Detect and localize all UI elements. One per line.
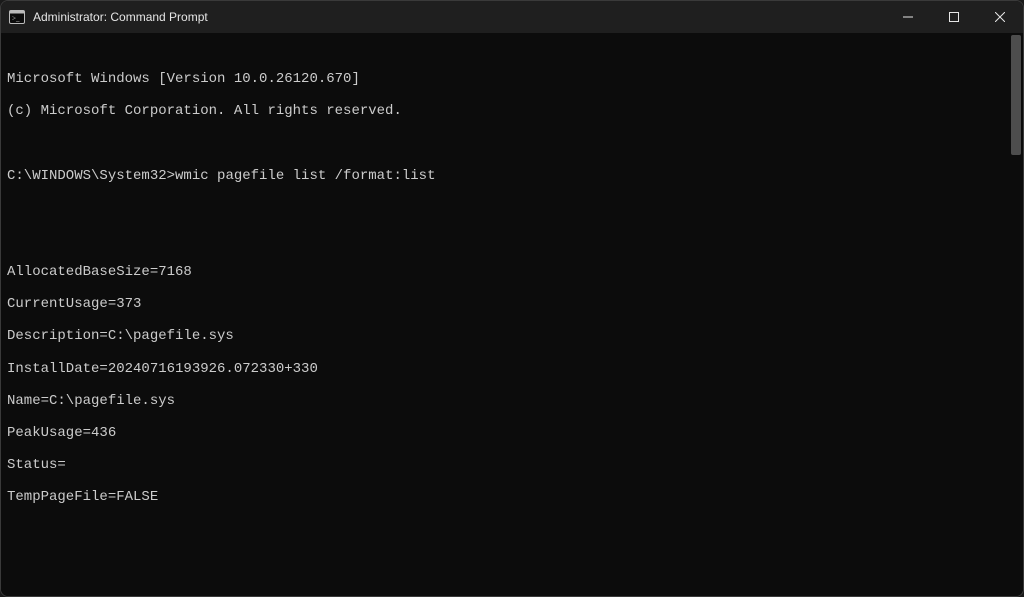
blank-line: [7, 136, 1017, 152]
version-line: Microsoft Windows [Version 10.0.26120.67…: [7, 71, 1017, 87]
window-title: Administrator: Command Prompt: [33, 10, 208, 24]
blank-line: [7, 232, 1017, 248]
pagefile-current: CurrentUsage=373: [7, 296, 1017, 312]
maximize-button[interactable]: [931, 1, 977, 33]
blank-line: [7, 554, 1017, 570]
pagefile-install: InstallDate=20240716193926.072330+330: [7, 361, 1017, 377]
pagefile-desc: Description=C:\pagefile.sys: [7, 328, 1017, 344]
pagefile-name: Name=C:\pagefile.sys: [7, 393, 1017, 409]
svg-text:>_: >_: [12, 15, 20, 23]
pagefile-alloc: AllocatedBaseSize=7168: [7, 264, 1017, 280]
copyright-line: (c) Microsoft Corporation. All rights re…: [7, 103, 1017, 119]
close-button[interactable]: [977, 1, 1023, 33]
blank-line: [7, 522, 1017, 538]
blank-line: [7, 200, 1017, 216]
minimize-button[interactable]: [885, 1, 931, 33]
scrollbar-thumb[interactable]: [1011, 35, 1021, 155]
blank-line: [7, 586, 1017, 596]
prompt-prefix: C:\WINDOWS\System32>: [7, 168, 175, 184]
pagefile-status: Status=: [7, 457, 1017, 473]
terminal-output[interactable]: Microsoft Windows [Version 10.0.26120.67…: [1, 33, 1023, 596]
titlebar-controls: [885, 1, 1023, 33]
cmd-icon: >_: [9, 9, 25, 25]
titlebar[interactable]: >_ Administrator: Command Prompt: [1, 1, 1023, 33]
prompt-command: wmic pagefile list /format:list: [175, 168, 435, 184]
command-prompt-window: >_ Administrator: Command Prompt Microso…: [0, 0, 1024, 597]
pagefile-temp: TempPageFile=FALSE: [7, 489, 1017, 505]
prompt-line-1: C:\WINDOWS\System32>wmic pagefile list /…: [7, 168, 1017, 184]
pagefile-peak: PeakUsage=436: [7, 425, 1017, 441]
